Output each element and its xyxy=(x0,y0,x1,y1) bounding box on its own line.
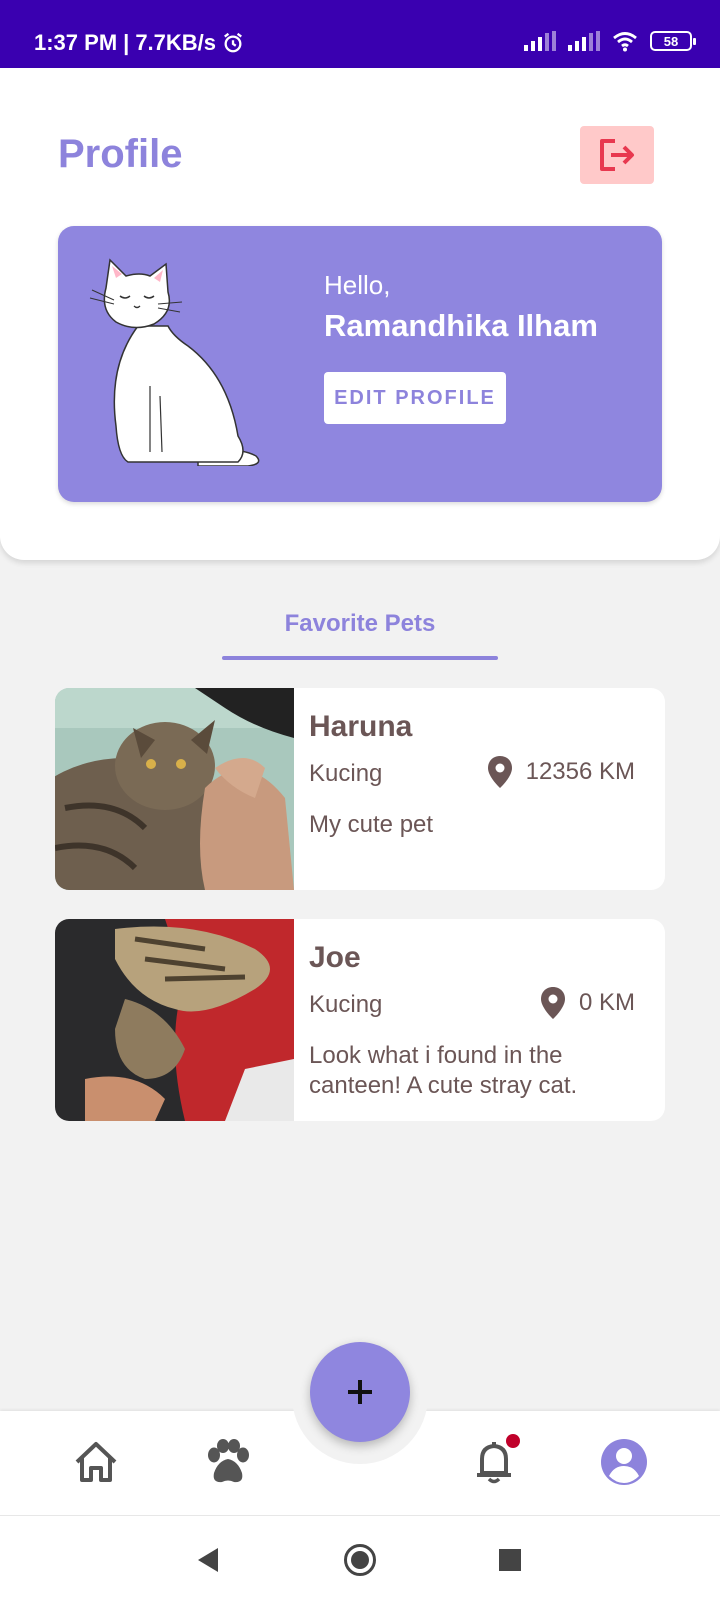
pet-distance: 12356 KM xyxy=(487,756,635,788)
logout-button[interactable] xyxy=(580,126,654,184)
add-pet-button[interactable] xyxy=(310,1342,410,1442)
status-time: 1:37 PM xyxy=(34,30,118,55)
back-triangle-icon xyxy=(198,1548,218,1572)
tab-indicator xyxy=(222,656,498,660)
pet-name: Haruna xyxy=(309,710,413,743)
plus-icon xyxy=(348,1380,372,1404)
pet-card[interactable]: Joe Kucing 0 KM Look what i found in the… xyxy=(55,919,665,1121)
page-title: Profile xyxy=(58,132,183,176)
profile-icon xyxy=(601,1439,647,1485)
pet-distance: 0 KM xyxy=(540,987,635,1019)
pet-card[interactable]: Haruna Kucing 12356 KM My cute pet xyxy=(55,688,665,890)
user-name: Ramandhika Ilham xyxy=(324,308,598,343)
status-right: 58 xyxy=(524,30,696,52)
nav-notifications[interactable] xyxy=(468,1434,520,1488)
signal-icon xyxy=(568,31,600,51)
battery-level: 58 xyxy=(663,33,679,49)
tab-label: Favorite Pets xyxy=(284,610,436,637)
status-separator: | xyxy=(123,30,130,55)
pet-name: Joe xyxy=(309,941,361,974)
battery-icon: 58 xyxy=(650,31,696,51)
network-speed: 7.7KB/s xyxy=(135,30,217,55)
notification-badge xyxy=(506,1434,520,1448)
nav-profile[interactable] xyxy=(598,1436,650,1488)
nav-pets[interactable] xyxy=(202,1436,254,1488)
edit-profile-button[interactable]: EDIT PROFILE xyxy=(324,372,506,424)
pet-photo xyxy=(55,919,294,1121)
tab-favorite-pets[interactable]: Favorite Pets xyxy=(222,600,498,660)
greeting-card: Hello, Ramandhika Ilham EDIT PROFILE xyxy=(58,226,662,502)
pet-description: Look what i found in the canteen! A cute… xyxy=(309,1042,578,1099)
system-navigation-bar xyxy=(0,1515,720,1600)
signal-icon xyxy=(524,31,556,51)
status-left: 1:37 PM | 7.7KB/s xyxy=(34,30,244,56)
recents-square-icon xyxy=(499,1549,521,1571)
paw-icon xyxy=(208,1439,249,1483)
cat-illustration xyxy=(89,258,260,466)
system-recents-button[interactable] xyxy=(492,1542,528,1578)
location-pin-icon xyxy=(487,756,512,788)
alarm-icon xyxy=(224,32,242,53)
pet-photo xyxy=(55,688,294,890)
profile-header-card: Profile Hello, Ramandhika Ilham EDIT PRO… xyxy=(0,68,720,560)
pet-description: My cute pet xyxy=(309,811,434,838)
wifi-icon xyxy=(613,32,637,52)
pet-type: Kucing xyxy=(309,991,383,1018)
status-bar: 1:37 PM | 7.7KB/s 58 xyxy=(0,0,720,68)
greeting-text: Hello, xyxy=(324,270,391,300)
logout-icon xyxy=(600,139,634,171)
location-pin-icon xyxy=(540,987,565,1019)
pet-distance-value: 0 KM xyxy=(578,989,635,1016)
home-icon xyxy=(75,1442,117,1482)
nav-home[interactable] xyxy=(70,1436,122,1488)
home-circle-icon xyxy=(344,1544,376,1576)
pet-distance-value: 12356 KM xyxy=(525,758,635,785)
system-back-button[interactable] xyxy=(190,1542,226,1578)
system-home-button[interactable] xyxy=(342,1542,378,1578)
pet-type: Kucing xyxy=(309,760,383,787)
